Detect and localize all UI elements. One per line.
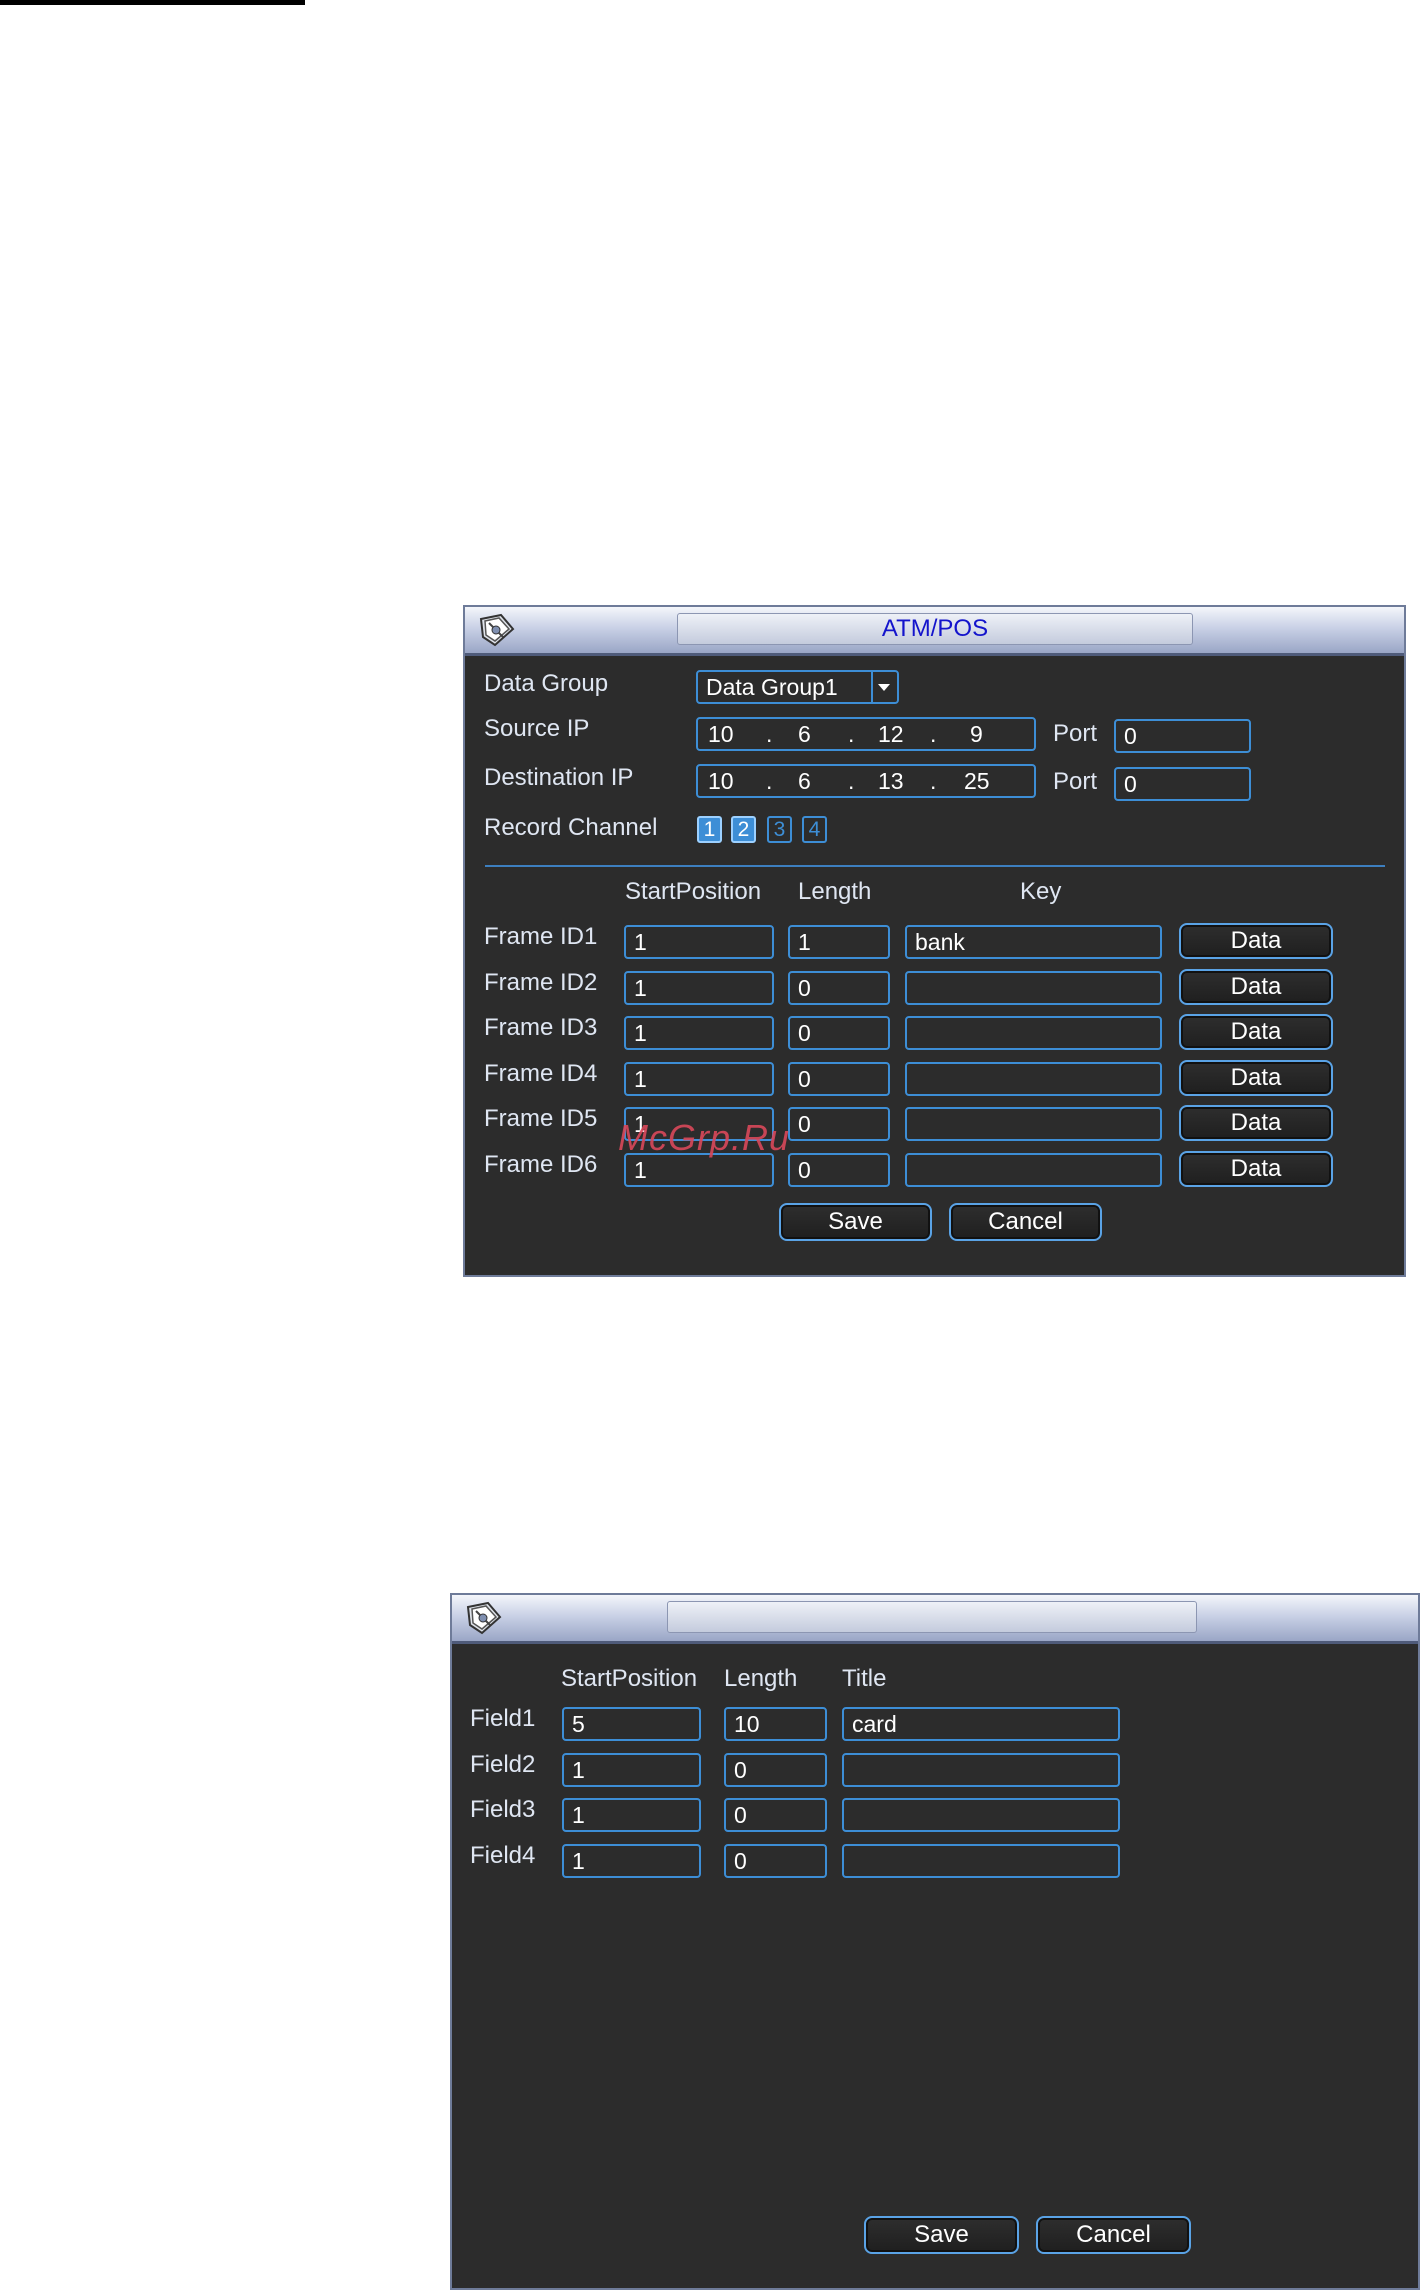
source-ip-field[interactable]: 10 . 6 . 12 . 9: [696, 717, 1036, 751]
title-field[interactable]: [842, 1752, 1120, 1787]
frame-id-label: Frame ID5: [484, 1105, 598, 1132]
key-field[interactable]: [905, 1016, 1162, 1050]
column-length: Length: [798, 878, 872, 905]
cancel-button[interactable]: Cancel: [949, 1203, 1102, 1241]
destination-port-field[interactable]: 0: [1114, 767, 1251, 801]
column-title: Title: [842, 1665, 887, 1692]
title-bar[interactable]: [452, 1595, 1418, 1644]
channel-3-checkbox[interactable]: 3: [767, 816, 792, 843]
ip-octet: 10: [708, 768, 734, 794]
start-position-field[interactable]: 5: [562, 1707, 701, 1741]
start-position-field[interactable]: 1: [562, 1843, 701, 1878]
ip-octet: 25: [964, 768, 990, 794]
atm-pos-window: ATM/POS Data Group Data Group1 Source IP…: [463, 605, 1406, 1277]
data-button[interactable]: Data: [1179, 923, 1333, 959]
start-position-field[interactable]: 1: [562, 1798, 701, 1832]
watermark: McGrp.Ru: [618, 1117, 791, 1158]
length-field[interactable]: 0: [788, 1061, 890, 1096]
data-button[interactable]: Data: [1179, 1014, 1333, 1050]
destination-port-label: Port: [1053, 768, 1098, 795]
column-key: Key: [1020, 878, 1062, 905]
chevron-down-icon[interactable]: [871, 672, 897, 702]
ip-dot: .: [848, 721, 855, 747]
frame-id-label: Frame ID2: [484, 968, 598, 996]
length-field[interactable]: 0: [724, 1752, 827, 1787]
destination-ip-field[interactable]: 10 . 6 . 13 . 25: [696, 764, 1036, 798]
save-button[interactable]: Save: [779, 1203, 932, 1241]
ip-octet: 9: [970, 721, 983, 747]
length-field[interactable]: 0: [724, 1843, 827, 1878]
start-position-field[interactable]: 1: [624, 970, 774, 1005]
data-button[interactable]: Data: [1179, 1105, 1333, 1141]
data-group-value: Data Group1: [706, 674, 838, 700]
app-logo-icon: [466, 1601, 502, 1635]
start-position-field[interactable]: 1: [624, 1061, 774, 1096]
start-position-field[interactable]: 1: [562, 1752, 701, 1787]
channel-4-checkbox[interactable]: 4: [802, 816, 827, 843]
length-field[interactable]: 0: [788, 1152, 890, 1187]
field-label: Field2: [470, 1750, 536, 1778]
ip-octet: 10: [708, 721, 734, 747]
destination-ip-label: Destination IP: [484, 764, 634, 791]
ip-dot: .: [930, 768, 937, 794]
save-button[interactable]: Save: [864, 2216, 1019, 2254]
length-field[interactable]: 0: [788, 970, 890, 1005]
title-field[interactable]: card: [842, 1707, 1120, 1741]
length-field[interactable]: 0: [724, 1798, 827, 1832]
frame-id-label: Frame ID3: [484, 1014, 598, 1041]
data-group-label: Data Group: [484, 670, 609, 697]
ip-octet: 6: [798, 768, 811, 794]
title-field[interactable]: [842, 1843, 1120, 1878]
key-field[interactable]: bank: [905, 925, 1162, 959]
key-field[interactable]: [905, 1152, 1162, 1187]
channel-2-checkbox[interactable]: 2: [731, 816, 756, 843]
field-label: Field3: [470, 1796, 536, 1823]
field-label: Field1: [470, 1705, 536, 1732]
window-title: ATM/POS: [677, 613, 1193, 645]
frame-id-label: Frame ID6: [484, 1150, 598, 1178]
section-divider: [485, 865, 1385, 867]
field-label: Field4: [470, 1841, 536, 1869]
data-button[interactable]: Data: [1179, 968, 1333, 1005]
record-channel-checkboxes: 1 2 3 4: [697, 816, 833, 844]
title-bar[interactable]: ATM/POS: [465, 607, 1404, 656]
ip-octet: 13: [878, 768, 904, 794]
source-port-label: Port: [1053, 720, 1098, 747]
page-top-rule: [0, 0, 305, 5]
length-field[interactable]: 0: [788, 1016, 890, 1050]
source-ip-label: Source IP: [484, 715, 590, 742]
channel-1-checkbox[interactable]: 1: [697, 816, 722, 843]
cancel-button[interactable]: Cancel: [1036, 2216, 1191, 2254]
column-start-position: StartPosition: [625, 878, 762, 905]
key-field[interactable]: [905, 970, 1162, 1005]
length-field[interactable]: 0: [788, 1107, 890, 1141]
data-fields-window: StartPosition Length Title Field1 5 10 card…: [450, 1593, 1420, 2290]
data-button[interactable]: Data: [1179, 1150, 1333, 1187]
column-length: Length: [724, 1665, 798, 1692]
record-channel-label: Record Channel: [484, 814, 658, 841]
ip-octet: 6: [798, 721, 811, 747]
ip-dot: .: [766, 721, 773, 747]
data-group-select[interactable]: Data Group1: [696, 670, 899, 704]
window-title: [667, 1601, 1197, 1633]
column-start-position: StartPosition: [561, 1665, 698, 1692]
source-port-field[interactable]: 0: [1114, 719, 1251, 753]
key-field[interactable]: [905, 1061, 1162, 1096]
title-field[interactable]: [842, 1798, 1120, 1832]
key-field[interactable]: [905, 1107, 1162, 1141]
frame-id-label: Frame ID1: [484, 923, 598, 950]
start-position-field[interactable]: 1: [624, 1016, 774, 1050]
ip-dot: .: [848, 768, 855, 794]
length-field[interactable]: 10: [724, 1707, 827, 1741]
frame-id-label: Frame ID4: [484, 1059, 598, 1087]
data-button[interactable]: Data: [1179, 1059, 1333, 1096]
length-field[interactable]: 1: [788, 925, 890, 959]
ip-dot: .: [930, 721, 937, 747]
ip-dot: .: [766, 768, 773, 794]
ip-octet: 12: [878, 721, 904, 747]
start-position-field[interactable]: 1: [624, 925, 774, 959]
app-logo-icon: [479, 613, 515, 647]
